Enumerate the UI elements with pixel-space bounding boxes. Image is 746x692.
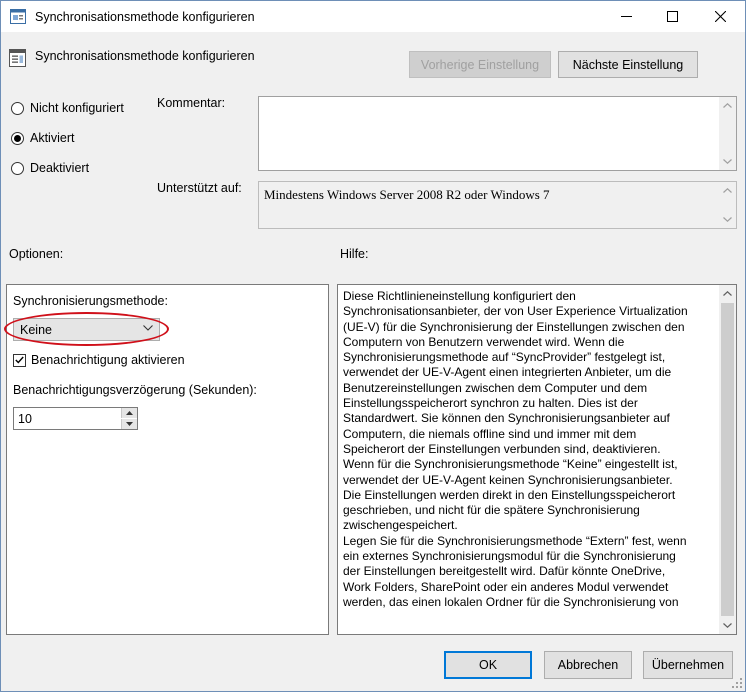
scroll-up-icon[interactable] <box>719 182 736 199</box>
maximize-button[interactable] <box>649 1 695 32</box>
comment-textarea[interactable] <box>258 96 737 171</box>
help-text-line: Work Folders, SharePoint oder ein andere… <box>343 579 669 594</box>
help-text-line: verwendet der UE-V-Agent keinen Synchron… <box>343 472 673 487</box>
sync-method-value: Keine <box>20 323 52 337</box>
scroll-up-icon[interactable] <box>719 97 736 114</box>
supported-label: Unterstützt auf: <box>157 181 242 195</box>
spinner-buttons <box>121 408 137 429</box>
help-text: Diese Richtlinieneinstellung konfigurier… <box>343 289 715 610</box>
resize-grip-icon[interactable] <box>731 677 743 689</box>
cancel-button[interactable]: Abbrechen <box>544 651 632 679</box>
help-text-line: Computern von Benutzern verwendet wird. … <box>343 334 625 349</box>
sync-method-dropdown[interactable]: Keine <box>13 318 160 341</box>
scroll-down-icon[interactable] <box>719 211 736 228</box>
notification-label: Benachrichtigung aktivieren <box>31 353 185 367</box>
options-panel: Synchronisierungsmethode: Keine Benachri… <box>6 284 329 635</box>
minimize-button[interactable] <box>603 1 649 32</box>
radio-circle <box>11 101 24 115</box>
help-panel: Diese Richtlinieneinstellung konfigurier… <box>337 284 737 635</box>
help-text-line: Benutzereinstellungen zwischen dem Compu… <box>343 380 648 395</box>
help-text-line: verwendet der UE-V-Agent einen integrier… <box>343 365 672 380</box>
help-text-line: Wenn für die Synchronisierungsmethode “K… <box>343 457 678 472</box>
ok-button[interactable]: OK <box>444 651 532 679</box>
spin-down-icon[interactable] <box>121 419 137 429</box>
help-text-line: Die Einstellungen werden direkt in den E… <box>343 487 676 502</box>
help-text-line: zwischengespeichert. <box>343 518 458 533</box>
close-button[interactable] <box>697 1 743 32</box>
help-text-line: werden, das einen lokalen Ordner für die… <box>343 594 679 609</box>
help-text-line: Diese Richtlinieneinstellung konfigurier… <box>343 289 576 303</box>
radio-label: Aktiviert <box>30 131 75 145</box>
supported-value: Mindestens Windows Server 2008 R2 oder W… <box>264 187 550 202</box>
scroll-down-icon[interactable] <box>719 617 736 634</box>
radio-circle <box>11 161 24 175</box>
help-text-line: Computern, die niemals offline sind und … <box>343 426 637 441</box>
dialog-window: Synchronisationsmethode konfigurieren Sy… <box>0 0 746 692</box>
scroll-thumb[interactable] <box>721 303 734 616</box>
help-text-line: Standardwert. Sie können den Synchronisi… <box>343 411 670 426</box>
checkmark-icon <box>15 356 24 364</box>
radio-circle <box>11 131 24 145</box>
help-text-line: geschrieben, und nicht für die spätere S… <box>343 503 640 518</box>
comment-scrollbar[interactable] <box>719 97 736 170</box>
policy-settings-icon <box>10 9 26 24</box>
comment-label: Kommentar: <box>157 96 226 110</box>
checkbox-box <box>13 353 26 367</box>
help-text-line: ein externes Synchronisierungsmodul für … <box>343 549 676 564</box>
help-text-line: Synchronisationsanbieter, der von User E… <box>343 304 688 319</box>
help-text-line: Legen Sie für die Synchronisierungsmetho… <box>343 533 687 548</box>
radio-enabled[interactable]: Aktiviert <box>11 131 74 145</box>
options-label: Optionen: <box>9 247 64 261</box>
setting-title: Synchronisationsmethode konfigurieren <box>35 49 255 63</box>
help-scrollbar[interactable] <box>719 285 736 634</box>
scroll-up-icon[interactable] <box>719 285 736 302</box>
title-bar[interactable]: Synchronisationsmethode konfigurieren <box>1 1 745 32</box>
previous-setting-button[interactable]: Vorherige Einstellung <box>409 51 551 78</box>
minimize-icon <box>620 16 632 17</box>
delay-value: 10 <box>18 412 32 426</box>
policy-setting-icon <box>9 49 26 67</box>
apply-button[interactable]: Übernehmen <box>643 651 733 679</box>
spin-up-icon[interactable] <box>121 408 137 418</box>
chevron-down-icon <box>143 325 153 331</box>
delay-spinner[interactable]: 10 <box>13 407 138 430</box>
radio-selected-dot <box>14 134 21 142</box>
help-text-line: Speicherort der Einstellungen verbunden … <box>343 441 661 456</box>
help-label: Hilfe: <box>340 247 369 261</box>
help-text-line: Synchronisierungsmethode auf “SyncProvid… <box>343 350 666 365</box>
radio-label: Nicht konfiguriert <box>30 101 124 115</box>
next-setting-button[interactable]: Nächste Einstellung <box>558 51 698 78</box>
radio-label: Deaktiviert <box>30 161 90 175</box>
delay-label: Benachrichtigungsverzögerung (Sekunden): <box>13 383 257 397</box>
radio-disabled[interactable]: Deaktiviert <box>11 161 89 175</box>
notification-checkbox[interactable]: Benachrichtigung aktivieren <box>13 353 185 367</box>
close-icon <box>714 11 726 22</box>
help-text-line: (UE-V) für die Synchronisierung der Eins… <box>343 319 685 334</box>
supported-scrollbar[interactable] <box>719 182 736 228</box>
scroll-down-icon[interactable] <box>719 153 736 170</box>
window-title: Synchronisationsmethode konfigurieren <box>35 10 255 24</box>
help-text-line: Einstellungsspeicherort synchron zu halt… <box>343 396 638 411</box>
sync-method-label: Synchronisierungsmethode: <box>13 294 168 308</box>
help-text-line: der Einstellungen bereitgestellt wird. D… <box>343 564 666 579</box>
maximize-icon <box>666 11 678 22</box>
supported-box: Mindestens Windows Server 2008 R2 oder W… <box>258 181 737 229</box>
radio-not-configured[interactable]: Nicht konfiguriert <box>11 101 124 115</box>
